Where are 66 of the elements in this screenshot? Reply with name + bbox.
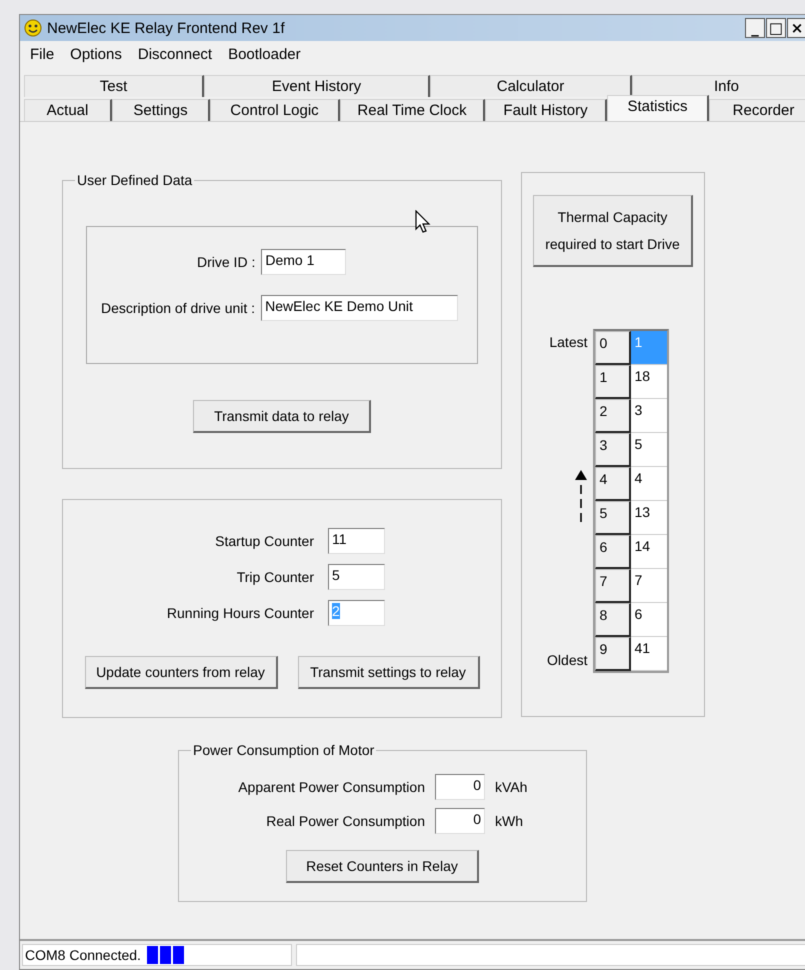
oldest-label: Oldest [547,652,588,668]
status-text: COM8 Connected. [25,947,141,963]
tab[interactable]: Info [632,75,805,97]
row-index-cell: 7 [594,569,630,603]
input-field[interactable]: Demo 1 [261,249,346,275]
tab[interactable]: Event History [204,75,430,97]
table-cell[interactable]: 41 [630,637,666,671]
tab[interactable]: Test [24,75,204,97]
power-label: Real Power Consumption [266,813,425,829]
thermal-capacity-button[interactable]: Thermal Capacity required to start Drive [533,195,693,267]
reset-counters-button[interactable]: Reset Counters in Relay [286,850,479,883]
menu-item[interactable]: Bootloader [220,46,309,62]
power-field[interactable]: 0 [435,774,485,800]
menu-item[interactable]: Disconnect [130,46,220,62]
minimize-button[interactable]: _ [745,18,765,38]
field-label: Drive ID : [197,254,256,270]
counter-label: Startup Counter [215,533,314,549]
maximize-button[interactable]: □ [766,18,786,38]
cursor-icon [415,210,431,234]
tab[interactable]: Actual [24,99,112,121]
tab[interactable]: Settings [112,99,210,121]
counter-label: Running Hours Counter [166,605,314,621]
tab[interactable]: Recorder [709,99,805,121]
table-cell[interactable]: 4 [630,467,666,501]
group-title: Power Consumption of Motor [192,742,376,758]
group-title: User Defined Data [76,172,194,188]
row-index-cell: 0 [594,331,630,365]
transmit-settings-button[interactable]: Transmit settings to relay [298,656,480,689]
table-cell[interactable]: 13 [630,501,666,535]
transmit-data-button[interactable]: Transmit data to relay [193,400,371,433]
field-label: Description of drive unit : [101,300,256,316]
smiley-icon [24,19,42,37]
window-title: NewElec KE Relay Frontend Rev 1f [47,20,285,36]
tab[interactable]: Control Logic [210,99,340,121]
table-cell[interactable]: 6 [630,603,666,637]
progress-blocks-icon [146,946,185,964]
row-index-cell: 2 [594,399,630,433]
row-index-cell: 8 [594,603,630,637]
unit-label: kVAh [495,779,528,795]
row-index-cell: 5 [594,501,630,535]
counter-field[interactable]: 11 [328,528,385,554]
latest-label: Latest [549,334,588,350]
tab[interactable]: Real Time Clock [340,99,485,121]
row-index-cell: 9 [594,637,630,671]
tab[interactable]: Calculator [430,75,632,97]
table-cell[interactable]: 14 [630,535,666,569]
row-index-cell: 4 [594,467,630,501]
menu-item[interactable]: Options [62,46,130,62]
row-index-cell: 1 [594,365,630,399]
tab[interactable]: Statistics [607,95,709,121]
counter-field[interactable]: 5 [328,564,385,590]
table-cell[interactable]: 7 [630,569,666,603]
power-field[interactable]: 0 [435,808,485,834]
tab[interactable]: Fault History [485,99,607,121]
counter-label: Trip Counter [236,569,314,585]
unit-label: kWh [495,813,524,829]
power-label: Apparent Power Consumption [238,779,425,795]
menu-item[interactable]: File [22,46,62,62]
update-counters-button[interactable]: Update counters from relay [84,656,278,689]
table-cell[interactable]: 5 [630,433,666,467]
table-cell[interactable]: 18 [630,365,666,399]
row-index-cell: 6 [594,535,630,569]
row-index-cell: 3 [594,433,630,467]
close-button[interactable]: × [787,18,805,38]
input-field[interactable]: NewElec KE Demo Unit [261,295,458,321]
table-cell[interactable]: 3 [630,399,666,433]
